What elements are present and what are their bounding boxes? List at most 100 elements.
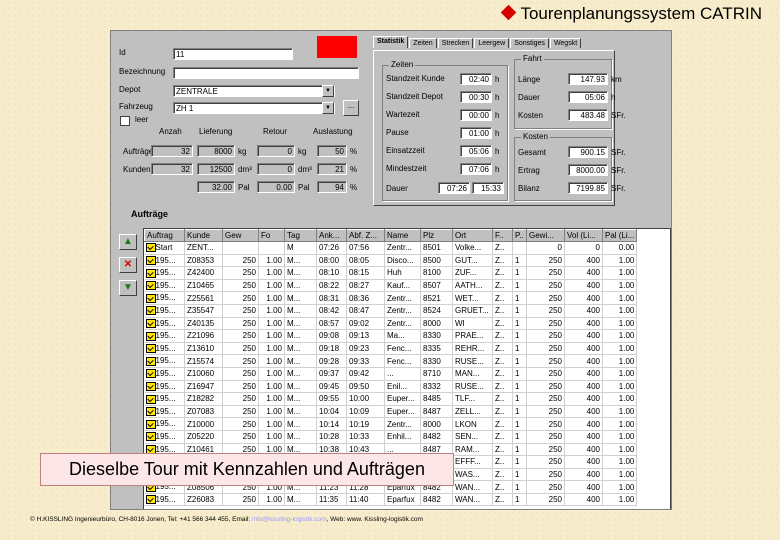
fahrzeug-label: Fahrzeug: [119, 102, 153, 111]
table-cell: 400: [564, 430, 603, 444]
table-cell: Z40135: [184, 317, 223, 331]
table-row[interactable]: 195... Z10060 250 1.00 M... 09:37 09:42... 8710…: [144, 367, 638, 381]
table-row[interactable]: 195... Z10465 250 1.00 M... 08:22 08:27 Kauf...…: [144, 279, 638, 293]
table-row[interactable]: 195... Z25561 250 1.00 M... 08:31 08:36 Zentr..…: [144, 291, 638, 305]
orders-column-header[interactable]: Plz: [420, 229, 453, 242]
bezeichnung-label: Bezeichnung: [119, 67, 166, 76]
tab-statistik[interactable]: Statistik: [373, 36, 409, 48]
tab-strecken[interactable]: Strecken: [437, 38, 474, 48]
fahrzeug-browse-button[interactable]: ...: [343, 100, 359, 116]
table-row[interactable]: 195... Z13610 250 1.00 M... 09:18 09:23 Fenc...…: [144, 342, 638, 356]
table-cell: 8500: [420, 254, 453, 268]
order-check-icon: [145, 281, 156, 291]
orders-column-header[interactable]: Ank...: [316, 229, 347, 242]
order-id: Start: [155, 243, 173, 253]
table-cell: 250: [526, 329, 565, 343]
orders-column-header[interactable]: Name: [384, 229, 421, 242]
depot-dropdown-icon[interactable]: ▼: [322, 85, 334, 97]
table-cell: 8487: [420, 405, 453, 419]
table-row[interactable]: 195... Z42400 250 1.00 M... 08:10 08:15 Huh 8100…: [144, 266, 638, 280]
table-row[interactable]: 195... Z08353 250 1.00 M... 08:00 08:05 Disco..…: [144, 254, 638, 268]
table-cell: 8332: [420, 380, 453, 394]
orders-column-header[interactable]: Kunde: [184, 229, 223, 242]
tab-zeiten[interactable]: Zeiten: [409, 38, 437, 48]
table-cell: 195...: [144, 304, 185, 318]
order-check-icon: [145, 319, 156, 329]
table-cell: 1.00: [602, 443, 638, 457]
order-check-icon: [145, 394, 156, 404]
table-row[interactable]: 195... Z18282 250 1.00 M... 09:55 10:00 Euper..…: [144, 392, 638, 406]
table-cell: 1: [512, 279, 527, 293]
delete-icon[interactable]: ✕: [119, 257, 137, 273]
table-cell: 250: [526, 291, 565, 305]
table-cell: 11:35: [316, 493, 347, 507]
table-row[interactable]: 195... Z26083 250 1.00 M... 11:35 11:40 Eparfux…: [144, 493, 638, 507]
table-cell: 250: [526, 493, 565, 507]
dauer-to: 15:33: [472, 182, 504, 194]
table-row[interactable]: 195... Z07083 250 1.00 M... 10:04 10:09 Euper..…: [144, 405, 638, 419]
table-row[interactable]: 195... Z15574 250 1.00 M... 09:28 09:33 Fenc...…: [144, 354, 638, 368]
table-row[interactable]: 195... Z21096 250 1.00 M... 09:08 09:13 Ma... 83…: [144, 329, 638, 343]
depot-select[interactable]: ZENTRALE: [173, 85, 335, 97]
bezeichnung-field[interactable]: [173, 67, 359, 79]
fahrt-label-1: Dauer: [518, 93, 540, 102]
table-cell: 250: [526, 342, 565, 356]
orders-column-header[interactable]: P..: [512, 229, 527, 242]
orders-column-header[interactable]: Tag: [284, 229, 317, 242]
orders-column-header[interactable]: Ort: [452, 229, 493, 242]
table-cell: 400: [564, 317, 603, 331]
table-cell: Z..: [492, 367, 513, 381]
tab-wegskt[interactable]: Wegskt: [549, 38, 582, 48]
table-cell: 250: [526, 443, 565, 457]
table-cell: 250: [526, 266, 565, 280]
order-check-icon: [145, 331, 156, 341]
id-field[interactable]: 11: [173, 48, 293, 60]
orders-column-header[interactable]: Auftrag: [144, 229, 185, 242]
table-row[interactable]: 195... Z16947 250 1.00 M... 09:45 09:50 Enil...…: [144, 380, 638, 394]
orders-column-header[interactable]: Gew: [222, 229, 259, 242]
table-row[interactable]: 195... Z40135 250 1.00 M... 08:57 09:02 Zentr..…: [144, 317, 638, 331]
table-cell: 250: [526, 304, 565, 318]
color-indicator[interactable]: [317, 36, 357, 58]
table-cell: 195...: [144, 329, 185, 343]
orders-column-header[interactable]: F..: [492, 229, 513, 242]
table-row[interactable]: 195... Z05220 250 1.00 M... 10:28 10:33 Enhil..…: [144, 430, 638, 444]
table-cell: 250: [526, 392, 565, 406]
order-id: 195...: [155, 293, 176, 303]
table-cell: ZELL...: [452, 405, 493, 419]
orders-column-header[interactable]: Pal (Li...: [601, 229, 638, 242]
table-cell: 1.00: [258, 266, 285, 280]
kosten-label-1: Ertrag: [518, 166, 540, 175]
fahrzeug-dropdown-icon[interactable]: ▼: [322, 102, 334, 114]
footer-email-link[interactable]: info@kissling-logistik.com: [252, 516, 327, 523]
table-cell: 1.00: [602, 405, 638, 419]
tab-leergew[interactable]: Leergew: [474, 38, 510, 48]
table-row[interactable]: Start ZENT... M 07:26 07:56 Zentr... 8501 Volke…: [144, 241, 638, 255]
tab-sonstiges[interactable]: Sonstiges: [510, 38, 549, 48]
orders-column-header[interactable]: Abf. Z...: [346, 229, 385, 242]
fahrzeug-select[interactable]: ZH 1: [173, 102, 335, 114]
order-id: 195...: [155, 268, 176, 278]
table-cell: 1.00: [602, 291, 638, 305]
table-cell: 10:14: [316, 417, 347, 431]
table-cell: 8501: [420, 241, 453, 255]
move-down-icon[interactable]: ▼: [119, 280, 137, 296]
orders-column-header[interactable]: Gewi...: [526, 229, 565, 242]
table-cell: 10:28: [316, 430, 347, 444]
orders-column-header[interactable]: Vol (Li...: [564, 229, 603, 242]
table-row[interactable]: 195... Z10000 250 1.00 M... 10:14 10:19 Zentr..…: [144, 417, 638, 431]
move-up-icon[interactable]: ▲: [119, 234, 137, 250]
orders-column-header[interactable]: Fo: [258, 229, 285, 242]
order-id: 195...: [155, 318, 176, 328]
table-cell: Z10465: [184, 279, 223, 293]
table-cell: M...: [284, 354, 317, 368]
table-row[interactable]: 195... Z35547 250 1.00 M... 08:42 08:47 Zentr..…: [144, 304, 638, 318]
table-cell: Fenc...: [384, 342, 421, 356]
tab-strip: Statistik Zeiten Strecken Leergew Sonstiges W…: [373, 36, 582, 51]
leer-checkbox[interactable]: [120, 116, 130, 126]
table-cell: Z15574: [184, 354, 223, 368]
table-cell: 1: [512, 342, 527, 356]
table-cell: 250: [222, 380, 259, 394]
table-cell: GRUET...: [452, 304, 493, 318]
table-cell: 1.00: [258, 329, 285, 343]
